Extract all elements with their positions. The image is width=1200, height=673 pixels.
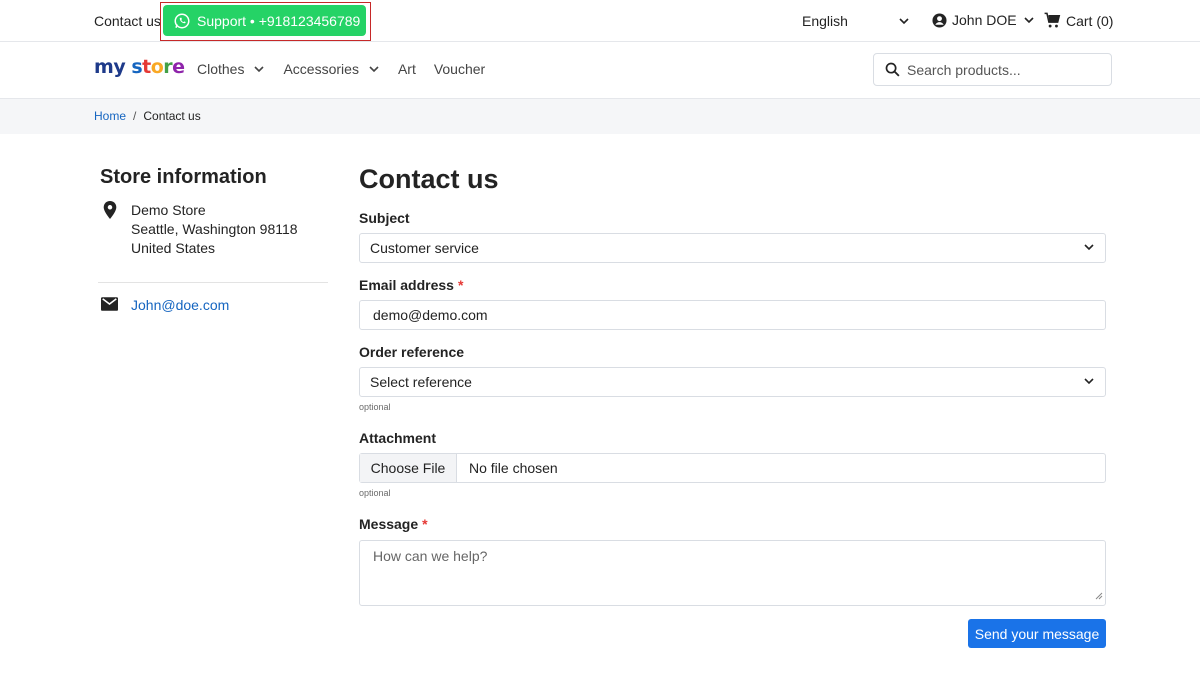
chevron-down-icon [1083,240,1095,256]
nav-item-clothes[interactable]: Clothes [197,61,265,77]
breadcrumb-current: Contact us [143,109,201,123]
subject-select[interactable]: Customer service [359,233,1106,263]
email-field[interactable]: demo@demo.com [359,300,1106,330]
user-name: John DOE [952,12,1017,28]
required-marker: * [422,516,428,532]
breadcrumb-separator: / [133,109,137,123]
nav-item-voucher[interactable]: Voucher [434,61,485,77]
location-pin-icon [102,201,118,219]
send-message-button[interactable]: Send your message [968,619,1106,648]
subject-value: Customer service [370,240,479,256]
subject-label: Subject [359,210,410,226]
no-file-text: No file chosen [469,460,558,476]
cart-icon [1043,11,1062,30]
email-label-text: Email address [359,277,454,293]
store-info-title: Store information [100,166,267,188]
contact-us-link[interactable]: Contact us [94,13,161,29]
user-account-menu[interactable]: John DOE [932,12,1035,28]
order-reference-select[interactable]: Select reference [359,367,1106,397]
language-selector[interactable]: English [802,13,848,29]
whatsapp-icon [173,12,191,30]
optional-hint: optional [359,402,391,412]
breadcrumb-home-link[interactable]: Home [94,109,126,123]
email-value: demo@demo.com [373,307,488,323]
resize-handle-icon[interactable] [1095,587,1103,603]
support-button-label: Support • +918123456789 [197,12,361,29]
main-navigation: Clothes Accessories Art Voucher [197,61,503,77]
nav-label: Art [397,61,416,77]
address-line: Seattle, Washington 98118 [131,221,298,237]
message-label: Message * [359,516,428,532]
search-box [873,53,1112,86]
user-circle-icon [932,12,947,28]
store-address: Demo Store Seattle, Washington 98118 Uni… [131,201,298,258]
chevron-down-icon [253,63,265,75]
search-input[interactable] [907,61,1097,78]
store-logo[interactable]: my store [94,56,185,78]
breadcrumb: Home / Contact us [94,109,201,123]
search-icon[interactable] [884,61,901,78]
breadcrumb-bar: Home / Contact us [0,99,1200,134]
nav-label: Voucher [433,61,486,77]
required-marker: * [457,277,464,293]
whatsapp-support-button[interactable]: Support • +918123456789 [163,5,366,36]
attachment-file-input: Choose File No file chosen [359,453,1106,483]
message-label-text: Message [359,516,419,532]
message-placeholder: How can we help? [373,548,488,564]
optional-hint: optional [359,488,391,498]
address-line: Demo Store [131,202,206,218]
email-label: Email address * [359,277,463,293]
store-email-link[interactable]: John@doe.com [131,297,229,313]
nav-item-accessories[interactable]: Accessories [283,61,379,77]
top-bar: Contact us Support • +918123456789 Engli… [0,0,1200,42]
attachment-label: Attachment [359,430,437,446]
store-info-divider [98,282,328,283]
cart-link[interactable]: Cart (0) [1043,11,1113,30]
order-reference-value: Select reference [370,374,472,390]
message-textarea[interactable]: How can we help? [359,540,1106,606]
cart-label: Cart (0) [1066,12,1114,29]
nav-label: Clothes [197,61,245,77]
page-title: Contact us [359,164,499,194]
chevron-down-icon [368,63,380,75]
nav-item-art[interactable]: Art [398,61,416,77]
chevron-down-icon [1023,14,1035,26]
main-header: my store Clothes Accessories Art Voucher [0,42,1200,99]
choose-file-button[interactable]: Choose File [360,454,457,482]
order-reference-label: Order reference [359,344,465,360]
mail-icon [101,297,118,311]
chevron-down-icon[interactable] [898,14,910,30]
nav-label: Accessories [283,61,359,77]
chevron-down-icon [1083,374,1095,390]
address-line: United States [131,240,216,256]
